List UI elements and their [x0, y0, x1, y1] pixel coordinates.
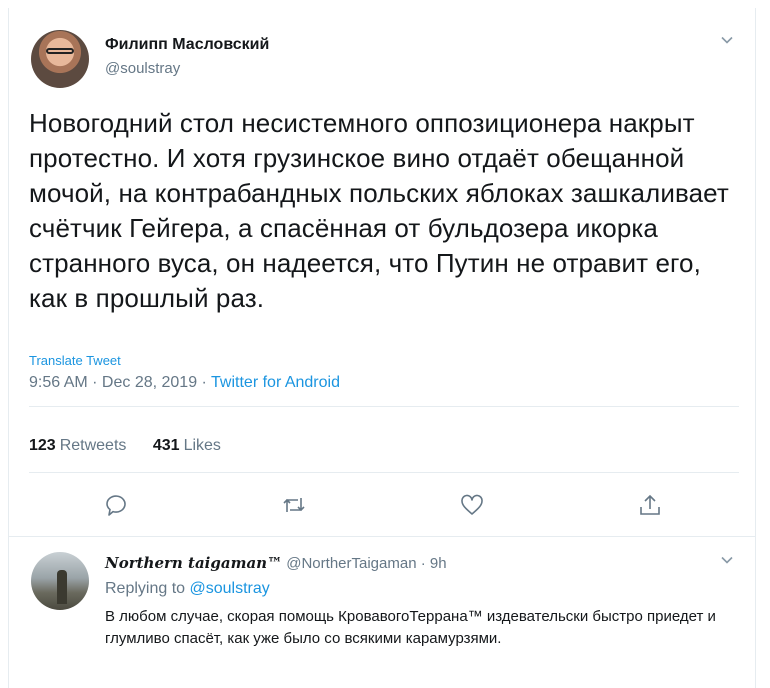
reply-author-name[interactable]: Northern taigaman™ — [105, 554, 282, 572]
tweet-meta: 9:56 AM · Dec 28, 2019 · Twitter for And… — [29, 374, 340, 392]
author-avatar[interactable] — [31, 30, 89, 88]
tweet-card: Филипп Масловский @soulstray Новогодний … — [8, 8, 756, 688]
retweets-label: Retweets — [59, 437, 127, 454]
reply-text: В любом случае, скорая помощь КровавогоТ… — [105, 608, 716, 647]
tweet-timestamp[interactable]: 9:56 AM · Dec 28, 2019 · — [29, 374, 211, 391]
divider — [29, 406, 739, 407]
chevron-down-icon[interactable] — [721, 554, 733, 566]
tweet-text: Новогодний стол несистемного оппозиционе… — [29, 108, 729, 313]
reply-icon[interactable] — [103, 492, 129, 518]
engagement-stats: 123 Retweets 431 Likes — [29, 437, 221, 455]
likes-stat[interactable]: 431 Likes — [153, 437, 221, 454]
reply-timestamp[interactable]: · 9h — [421, 555, 447, 572]
author-name[interactable]: Филипп Масловский — [105, 36, 269, 54]
share-icon[interactable] — [637, 492, 663, 518]
reply-header: Northern taigaman™ @NortherTaigaman · 9h — [105, 554, 447, 572]
tweet-source-link[interactable]: Twitter for Android — [211, 374, 340, 391]
retweets-count: 123 — [29, 437, 56, 454]
likes-label: Likes — [183, 437, 221, 454]
translate-tweet-link[interactable]: Translate Tweet — [29, 353, 121, 368]
author-handle[interactable]: @soulstray — [105, 60, 180, 77]
divider — [29, 472, 739, 473]
heart-icon[interactable] — [459, 492, 485, 518]
replying-prefix: Replying to — [105, 580, 186, 597]
divider — [9, 536, 755, 537]
avatar-glasses — [46, 48, 74, 54]
avatar-figure — [57, 570, 67, 604]
retweets-stat[interactable]: 123 Retweets — [29, 437, 126, 454]
reply-author-handle[interactable]: @NortherTaigaman — [286, 555, 416, 572]
replying-to-handle-link[interactable]: @soulstray — [190, 580, 270, 597]
reply-author-avatar[interactable] — [31, 552, 89, 610]
replying-to: Replying to @soulstray — [105, 580, 270, 598]
tweet-actions — [9, 492, 755, 522]
retweet-icon[interactable] — [281, 492, 307, 518]
chevron-down-icon[interactable] — [721, 34, 733, 46]
likes-count: 431 — [152, 437, 180, 454]
